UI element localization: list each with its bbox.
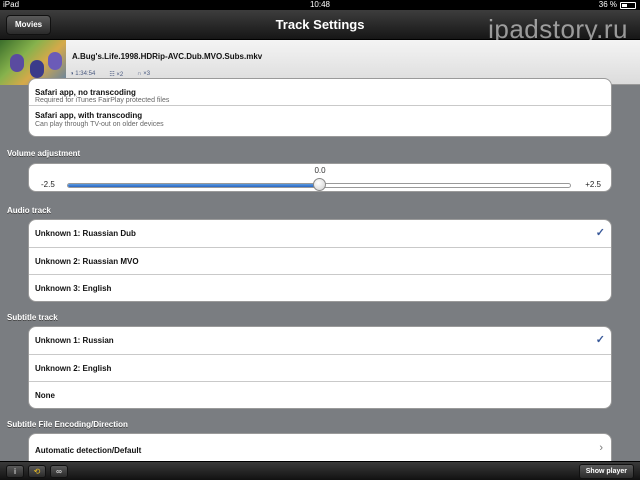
- audio-track-label: Unknown 1: Ruassian Dub: [35, 229, 136, 238]
- info-icon[interactable]: i: [6, 465, 24, 478]
- subtitle-track-option-1[interactable]: Unknown 1: Russian ✓: [29, 327, 611, 355]
- status-time: 10:48: [309, 0, 331, 9]
- audio-count-info: ∩ ×3: [137, 71, 151, 77]
- subtitles-count-info: ☷ ×2: [109, 72, 124, 78]
- status-bar: iPad 10:48 36 %: [0, 0, 640, 10]
- volume-value: 0.0: [314, 166, 326, 175]
- output-option-with-transcoding[interactable]: Safari app, with transcoding Can play th…: [29, 106, 611, 136]
- output-option-sub: Can play through TV-out on older devices: [35, 121, 164, 128]
- volume-slider-group: 0.0 -2.5 +2.5: [28, 163, 612, 192]
- audio-track-label: Unknown 3: English: [35, 284, 112, 293]
- volume-min: -2.5: [41, 180, 55, 189]
- battery-icon: [620, 2, 636, 9]
- audio-track-option-3[interactable]: Unknown 3: English: [29, 275, 611, 301]
- volume-slider-thumb[interactable]: [313, 178, 326, 191]
- audio-track-option-1[interactable]: Unknown 1: Ruassian Dub ✓: [29, 220, 611, 248]
- chevron-right-icon: ›: [599, 442, 603, 454]
- checkmark-icon: ✓: [595, 227, 605, 239]
- show-player-button[interactable]: Show player: [578, 464, 634, 479]
- output-options-group: Safari app, no transcoding Required for …: [28, 78, 612, 137]
- subtitle-track-option-3[interactable]: None: [29, 382, 611, 408]
- navigation-bar: Movies Track Settings ipadstory.ru: [0, 10, 640, 44]
- settings-content: Safari app, no transcoding Required for …: [0, 78, 640, 469]
- audio-track-option-2[interactable]: Unknown 2: Ruassian MVO: [29, 248, 611, 275]
- audio-count: ×3: [143, 71, 151, 77]
- subtitle-section-label: Subtitle track: [7, 313, 58, 322]
- audio-track-group: Unknown 1: Ruassian Dub ✓ Unknown 2: Rua…: [28, 219, 612, 302]
- bottom-toolbar: i ⟲ ∞ Show player: [0, 461, 640, 480]
- subtitle-track-option-2[interactable]: Unknown 2: English: [29, 355, 611, 382]
- encoding-section-label: Subtitle File Encoding/Direction: [7, 420, 128, 429]
- output-option-no-transcoding[interactable]: Safari app, no transcoding Required for …: [29, 79, 611, 106]
- encoding-option-label: Automatic detection/Default: [35, 446, 142, 455]
- file-name: A.Bug's.Life.1998.HDRip-AVC.Dub.MVO.Subs…: [72, 52, 263, 61]
- repeat-icon[interactable]: ⟲: [28, 465, 46, 478]
- subtitle-track-label: Unknown 1: Russian: [35, 336, 114, 345]
- subtitle-track-label: None: [35, 391, 55, 400]
- output-option-label: Safari app, no transcoding: [35, 88, 136, 97]
- audio-track-label: Unknown 2: Ruassian MVO: [35, 257, 139, 266]
- audio-section-label: Audio track: [7, 206, 52, 215]
- checkmark-icon: ✓: [595, 334, 605, 346]
- airplay-icon[interactable]: ∞: [50, 465, 68, 478]
- output-option-label: Safari app, with transcoding: [35, 111, 143, 120]
- volume-max: +2.5: [585, 180, 601, 189]
- duration: 1:34:54: [75, 71, 96, 77]
- output-option-sub: Required for iTunes FairPlay protected f…: [35, 97, 170, 104]
- battery-percent: 36 %: [598, 0, 617, 9]
- duration-info: ◑ 1:34:54: [70, 71, 96, 77]
- volume-section-label: Volume adjustment: [7, 149, 81, 158]
- file-meta: ◑ 1:34:54 ☷ ×2 ∩ ×3: [70, 71, 150, 78]
- subtitle-track-label: Unknown 2: English: [35, 364, 112, 373]
- status-right: 36 %: [599, 0, 636, 10]
- subtitle-track-group: Unknown 1: Russian ✓ Unknown 2: English …: [28, 326, 612, 409]
